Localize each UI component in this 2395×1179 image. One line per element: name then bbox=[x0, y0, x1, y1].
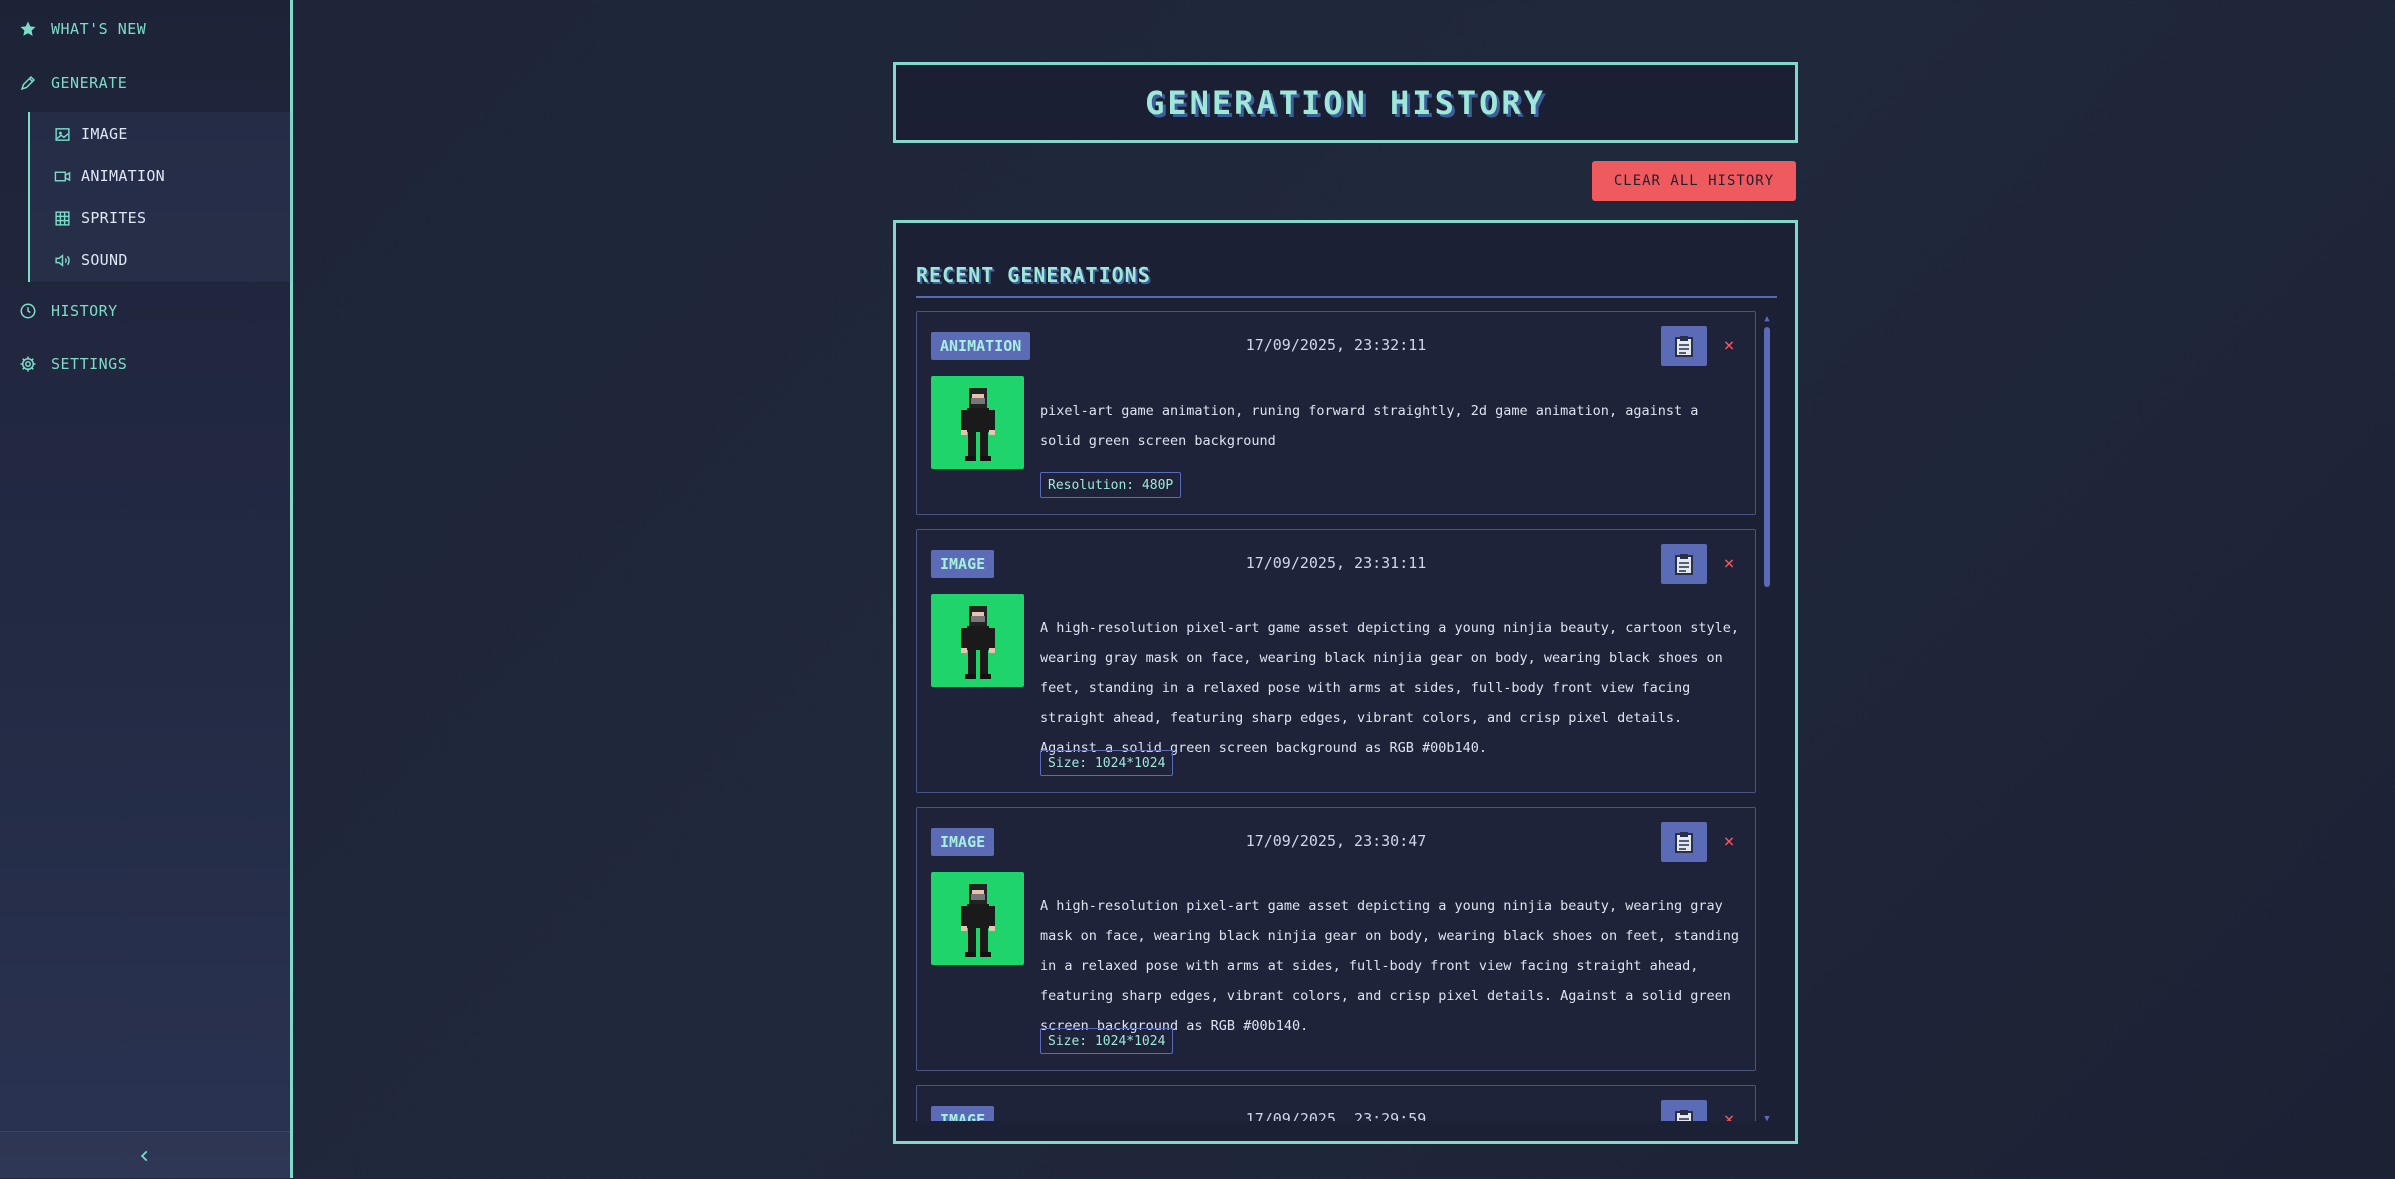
scroll-up-arrow[interactable]: ▲ bbox=[1762, 315, 1772, 324]
sidebar-subitem-label: SOUND bbox=[81, 251, 128, 269]
clock-icon bbox=[20, 303, 36, 319]
sidebar-subitem-animation[interactable]: ANIMATION bbox=[30, 156, 290, 196]
history-card: IMAGE 17/09/2025, 23:31:11 × A high-reso… bbox=[916, 529, 1756, 793]
sidebar-subitem-sprites[interactable]: SPRITES bbox=[30, 198, 290, 238]
close-icon: × bbox=[1723, 1108, 1735, 1122]
copy-prompt-button[interactable] bbox=[1661, 544, 1707, 584]
timestamp: 17/09/2025, 23:29:59 bbox=[1245, 1110, 1427, 1121]
history-card: ANIMATION 17/09/2025, 23:32:11 × pixel-a… bbox=[916, 311, 1756, 515]
prompt-text: pixel-art game animation, runing forward… bbox=[1040, 403, 1699, 449]
panel-title: RECENT GENERATIONS bbox=[916, 263, 1151, 287]
close-icon: × bbox=[1723, 334, 1735, 356]
meta-tag: Resolution: 480P bbox=[1040, 472, 1182, 498]
sidebar-item-label: GENERATE bbox=[51, 74, 128, 92]
sidebar-subitem-label: ANIMATION bbox=[81, 167, 165, 185]
sidebar-subitem-label: IMAGE bbox=[81, 125, 128, 143]
meta-tag: Size: 1024*1024 bbox=[1040, 750, 1174, 776]
copy-prompt-button[interactable] bbox=[1661, 1100, 1707, 1121]
gear-icon bbox=[20, 356, 36, 372]
ninja-sprite-image bbox=[961, 606, 995, 679]
clipboard-icon bbox=[1675, 336, 1693, 357]
sidebar-item-settings[interactable]: SETTINGS bbox=[0, 344, 290, 384]
sidebar-item-label: WHAT'S NEW bbox=[51, 20, 147, 38]
chevron-left-icon bbox=[140, 1150, 148, 1161]
delete-entry-button[interactable]: × bbox=[1717, 1107, 1741, 1122]
recent-generations-panel: RECENT GENERATIONS ANIMATION 17/09/2025,… bbox=[893, 220, 1798, 1144]
sidebar: WHAT'S NEW GENERATE IMAGE ANIMATION SPRI… bbox=[0, 0, 293, 1178]
meta-tag: Size: 1024*1024 bbox=[1040, 1028, 1174, 1054]
timestamp: 17/09/2025, 23:30:47 bbox=[1245, 832, 1427, 850]
sidebar-subitem-image[interactable]: IMAGE bbox=[30, 114, 290, 154]
copy-prompt-button[interactable] bbox=[1661, 822, 1707, 862]
thumbnail[interactable] bbox=[931, 376, 1024, 469]
prompt-text: A high-resolution pixel-art game asset d… bbox=[1040, 620, 1739, 756]
image-icon bbox=[55, 127, 70, 141]
divider bbox=[916, 296, 1777, 298]
scroll-down-arrow[interactable]: ▼ bbox=[1762, 1115, 1772, 1124]
grid-icon bbox=[55, 210, 70, 226]
star-icon bbox=[20, 21, 36, 36]
thumbnail[interactable] bbox=[931, 594, 1024, 687]
pencil-icon bbox=[20, 75, 36, 91]
speaker-icon bbox=[55, 253, 70, 267]
clipboard-icon bbox=[1675, 554, 1693, 575]
page-title: GENERATION HISTORY bbox=[1145, 83, 1546, 122]
history-card: IMAGE 17/09/2025, 23:29:59 × bbox=[916, 1085, 1756, 1121]
sidebar-item-label: SETTINGS bbox=[51, 355, 128, 373]
prompt-text: A high-resolution pixel-art game asset d… bbox=[1040, 898, 1739, 1034]
history-list[interactable]: ANIMATION 17/09/2025, 23:32:11 × pixel-a… bbox=[916, 311, 1758, 1121]
timestamp: 17/09/2025, 23:32:11 bbox=[1245, 336, 1427, 354]
sidebar-item-generate[interactable]: GENERATE bbox=[0, 63, 290, 103]
clear-all-history-button[interactable]: CLEAR ALL HISTORY bbox=[1592, 161, 1796, 201]
generate-submenu: IMAGE ANIMATION SPRITES SOUND bbox=[28, 112, 292, 282]
sidebar-item-whats-new[interactable]: WHAT'S NEW bbox=[0, 9, 290, 49]
page-title-box: GENERATION HISTORY bbox=[893, 62, 1798, 143]
sidebar-subitem-label: SPRITES bbox=[81, 209, 147, 227]
history-card: IMAGE 17/09/2025, 23:30:47 × A high-reso… bbox=[916, 807, 1756, 1071]
thumbnail[interactable] bbox=[931, 872, 1024, 965]
sidebar-subitem-sound[interactable]: SOUND bbox=[30, 240, 290, 280]
ninja-sprite-image bbox=[961, 388, 995, 461]
delete-entry-button[interactable]: × bbox=[1717, 829, 1741, 853]
close-icon: × bbox=[1723, 552, 1735, 574]
clipboard-icon bbox=[1675, 832, 1693, 853]
sidebar-item-history[interactable]: HISTORY bbox=[0, 291, 290, 331]
delete-entry-button[interactable]: × bbox=[1717, 551, 1741, 575]
delete-entry-button[interactable]: × bbox=[1717, 333, 1741, 357]
clipboard-icon bbox=[1675, 1110, 1693, 1121]
video-icon bbox=[54, 171, 71, 181]
sidebar-collapse-button[interactable] bbox=[0, 1131, 290, 1179]
sidebar-item-label: HISTORY bbox=[51, 302, 118, 320]
scrollbar-thumb[interactable] bbox=[1764, 327, 1770, 587]
timestamp: 17/09/2025, 23:31:11 bbox=[1245, 554, 1427, 572]
copy-prompt-button[interactable] bbox=[1661, 326, 1707, 366]
scrollbar[interactable]: ▲ ▼ bbox=[1762, 315, 1772, 1124]
close-icon: × bbox=[1723, 830, 1735, 852]
ninja-sprite-image bbox=[961, 884, 995, 957]
